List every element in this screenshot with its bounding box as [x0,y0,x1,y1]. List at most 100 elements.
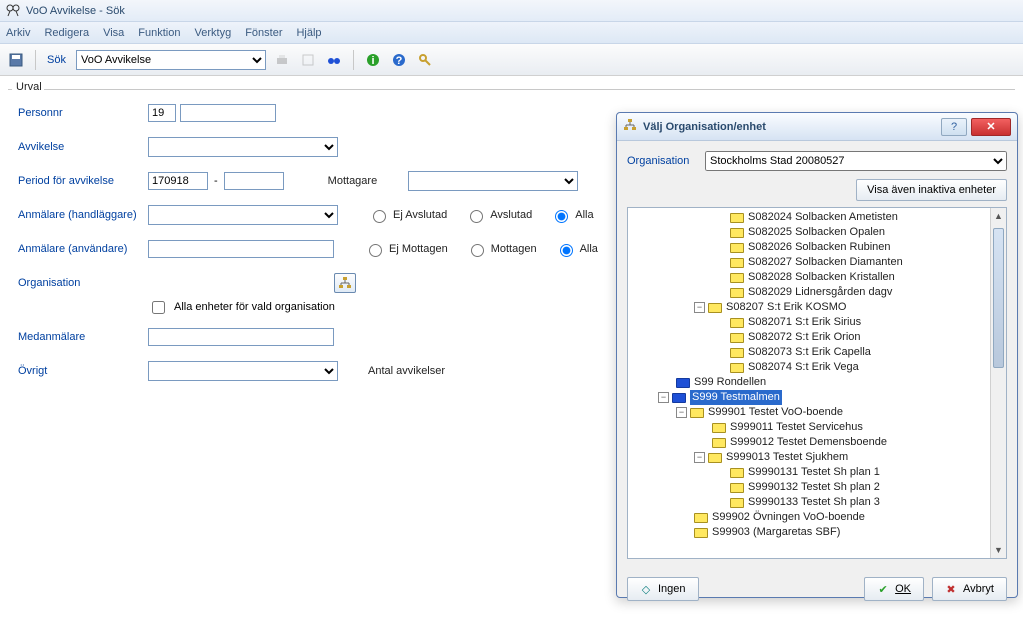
expander-icon[interactable]: − [694,452,705,463]
tree-node[interactable]: S082028 Solbacken Kristallen [628,270,1006,285]
tree-node-label: S999012 Testet Demensboende [730,435,887,450]
tree-node[interactable]: S9990132 Testet Sh plan 2 [628,480,1006,495]
org-tree-pane: S082024 Solbacken AmetistenS082025 Solba… [627,207,1007,559]
anmalare-hand-label: Anmälare (handläggare) [18,209,148,221]
tree-node[interactable]: S99903 (Margaretas SBF) [628,525,1006,540]
ingen-icon: ◇ [640,583,652,595]
tree-node[interactable]: S999011 Testet Servicehus [628,420,1006,435]
dialog-help-button[interactable]: ? [941,118,967,136]
ingen-button[interactable]: ◇Ingen [627,577,699,601]
help-icon[interactable]: ? [389,50,409,70]
tree-node[interactable]: − S999013 Testet Sjukhem [628,450,1006,465]
expander-icon[interactable]: − [676,407,687,418]
menu-visa[interactable]: Visa [103,27,124,39]
tree-node-label: S99901 Testet VoO-boende [708,405,843,420]
tree-node[interactable]: S082072 S:t Erik Orion [628,330,1006,345]
tree-node-label: S082074 S:t Erik Vega [748,360,859,375]
alla-avslutad-radio[interactable] [555,210,568,223]
info-icon[interactable]: i [363,50,383,70]
tree-node[interactable]: S082073 S:t Erik Capella [628,345,1006,360]
period-sep: - [214,175,218,187]
binoculars-icon[interactable] [324,50,344,70]
toolbar: Sök VoO Avvikelse i ? [0,44,1023,76]
menu-hjalp[interactable]: Hjälp [296,27,321,39]
tree-node[interactable]: S9990131 Testet Sh plan 1 [628,465,1006,480]
folder-icon [730,498,744,508]
dialog-close-button[interactable]: ✕ [971,118,1011,136]
medanmalare-input[interactable] [148,328,334,346]
tree-node[interactable]: −S999 Testmalmen [628,390,1006,405]
mottagen-radio[interactable] [471,244,484,257]
ovrigt-combo[interactable] [148,361,338,381]
folder-icon [712,423,726,433]
menu-verktyg[interactable]: Verktyg [195,27,232,39]
ok-button[interactable]: ✔OK [864,577,924,601]
sok-combo[interactable]: VoO Avvikelse [76,50,266,70]
key-icon[interactable] [415,50,435,70]
organisation-button[interactable] [334,273,356,293]
folder-icon [730,273,744,283]
alla-mottagen-radio[interactable] [560,244,573,257]
avvikelse-combo[interactable] [148,137,338,157]
folder-icon [676,378,690,388]
tree-node-label: S082024 Solbacken Ametisten [748,210,898,225]
personnr-prefix-input[interactable] [148,104,176,122]
scroll-thumb[interactable] [993,228,1004,368]
tree-node[interactable]: S9990133 Testet Sh plan 3 [628,495,1006,510]
scroll-down-icon[interactable]: ▼ [991,542,1006,558]
save-icon[interactable] [6,50,26,70]
tree-node[interactable]: − S99901 Testet VoO-boende [628,405,1006,420]
ej-avslutad-radio[interactable] [373,210,386,223]
folder-icon [730,258,744,268]
window-titlebar: VoO Avvikelse - Sök [0,0,1023,22]
tree-node[interactable]: S999012 Testet Demensboende [628,435,1006,450]
period-from-input[interactable] [148,172,208,190]
folder-icon [730,333,744,343]
anmalare-hand-combo[interactable] [148,205,338,225]
org-tree[interactable]: S082024 Solbacken AmetistenS082025 Solba… [628,208,1006,542]
tree-node[interactable]: S99 Rondellen [628,375,1006,390]
medanmalare-label: Medanmälare [18,331,148,343]
avbryt-button[interactable]: ✖Avbryt [932,577,1007,601]
expander-icon[interactable]: − [694,302,705,313]
folder-icon [730,318,744,328]
preview-icon[interactable] [298,50,318,70]
tree-node-label: S999013 Testet Sjukhem [726,450,848,465]
tree-node[interactable]: S082027 Solbacken Diamanten [628,255,1006,270]
tree-node-label: S082073 S:t Erik Capella [748,345,871,360]
dialog-org-combo[interactable]: Stockholms Stad 20080527 [705,151,1007,171]
show-inactive-button[interactable]: Visa även inaktiva enheter [856,179,1007,201]
org-dialog-icon [623,118,637,135]
avslutad-radio[interactable] [470,210,483,223]
mottagare-label: Mottagare [328,175,408,187]
antal-label: Antal avvikelser [368,365,445,377]
folder-icon [730,243,744,253]
tree-node[interactable]: S082074 S:t Erik Vega [628,360,1006,375]
menu-funktion[interactable]: Funktion [138,27,180,39]
personnr-input[interactable] [180,104,276,122]
ej-mottagen-radio[interactable] [369,244,382,257]
menu-arkiv[interactable]: Arkiv [6,27,30,39]
tree-node[interactable]: S082071 S:t Erik Sirius [628,315,1006,330]
menu-fonster[interactable]: Fönster [245,27,282,39]
tree-node[interactable]: S99902 Övningen VoO-boende [628,510,1006,525]
expander-icon[interactable]: − [658,392,669,403]
anmalare-anv-input[interactable] [148,240,334,258]
scroll-up-icon[interactable]: ▲ [991,208,1006,224]
folder-icon [730,213,744,223]
tree-node[interactable]: S082025 Solbacken Opalen [628,225,1006,240]
tree-node[interactable]: S082026 Solbacken Rubinen [628,240,1006,255]
mottagare-combo[interactable] [408,171,578,191]
tree-node[interactable]: S082024 Solbacken Ametisten [628,210,1006,225]
print-icon[interactable] [272,50,292,70]
period-to-input[interactable] [224,172,284,190]
org-tree-icon [338,276,352,290]
sok-label: Sök [47,54,66,66]
menu-redigera[interactable]: Redigera [44,27,89,39]
tree-node[interactable]: S082029 Lidnersgården dagv [628,285,1006,300]
tree-node[interactable]: −S08207 S:t Erik KOSMO [628,300,1006,315]
folder-icon [712,438,726,448]
alla-enheter-checkbox[interactable] [152,301,165,314]
tree-scrollbar[interactable]: ▲ ▼ [990,208,1006,558]
check-icon: ✔ [877,583,889,595]
